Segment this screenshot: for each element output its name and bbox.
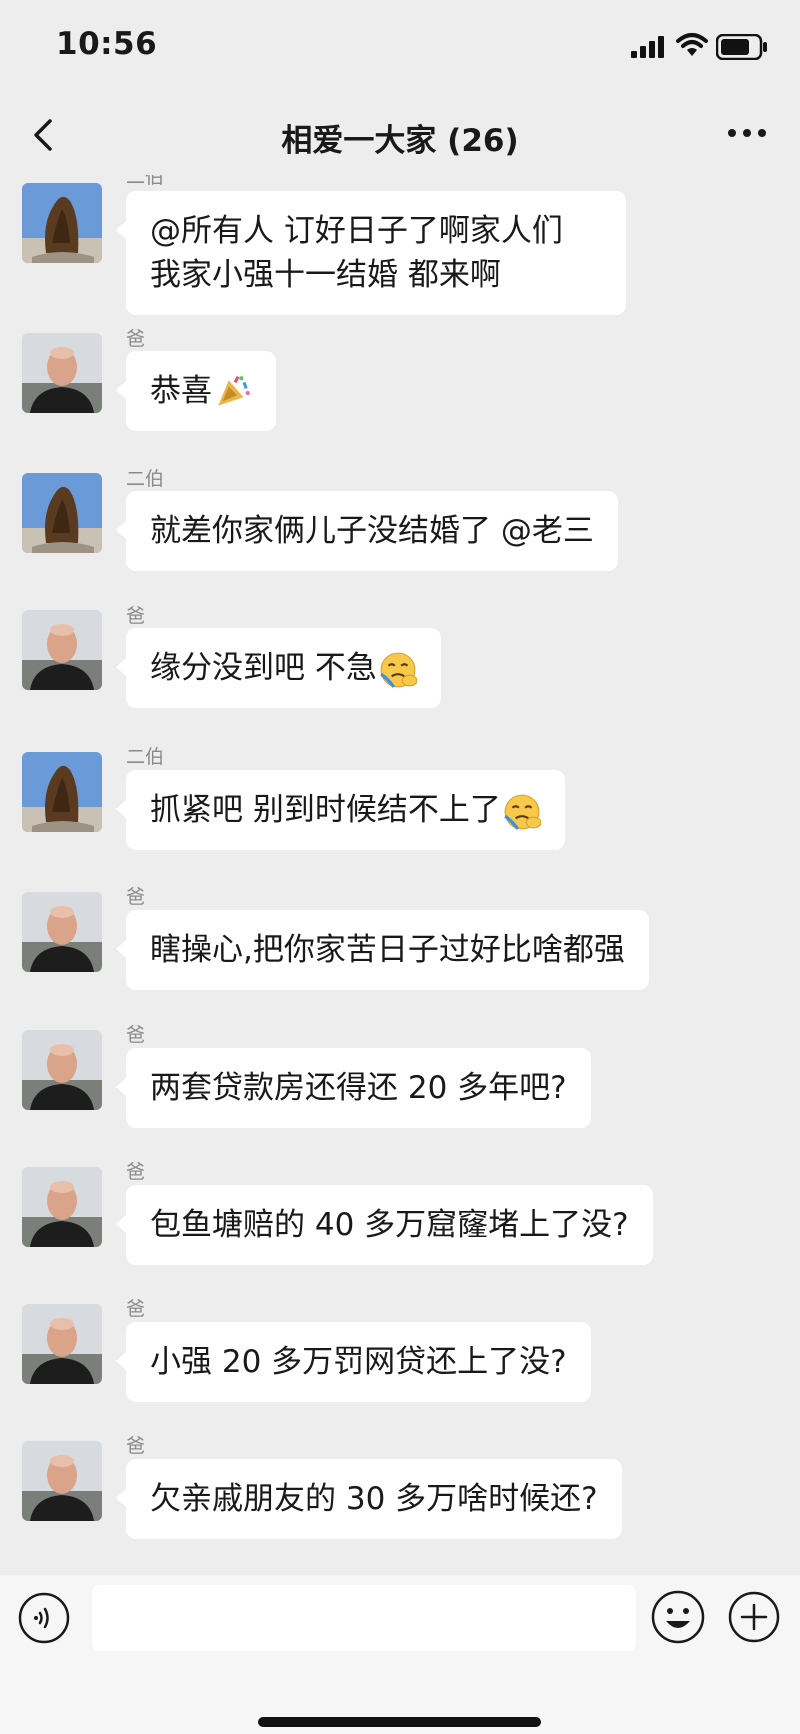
message-text: 抓紧吧 别到时候结不上了 [150,792,501,828]
message-bubble[interactable]: 缘分没到吧 不急 [116,628,441,708]
message-text: 欠亲戚朋友的 30 多万啥时候还? [150,1481,598,1517]
message-text: @所有人 订好日子了啊家人们 我家小强十一结婚 都来啊 [150,213,563,293]
status-bar: 10:56 [0,0,800,95]
chat-header: 相爱一大家 (26) [0,95,800,175]
more-actions-icon[interactable] [727,1590,781,1644]
chat-title: 相爱一大家 (26) [281,123,519,159]
cellular-signal-icon [631,36,664,58]
message-list[interactable]: 二伯 @所有人 订好日子了啊家人们 我家小强十一结婚 都来啊 爸 恭喜 二伯 就… [0,175,800,1575]
message-text: 小强 20 多万罚网贷还上了没? [150,1344,567,1380]
sender-name: 爸 [126,1024,146,1046]
status-time: 10:56 [56,26,158,62]
avatar[interactable] [22,752,102,832]
crying-face-icon [503,793,541,830]
message-bubble[interactable]: @所有人 订好日子了啊家人们 我家小强十一结婚 都来啊 [116,191,626,315]
avatar[interactable] [22,892,102,972]
input-bar [0,1575,800,1734]
sender-name: 爸 [126,1435,146,1457]
message-bubble[interactable]: 小强 20 多万罚网贷还上了没? [116,1322,591,1402]
avatar[interactable] [22,1441,102,1521]
message-bubble[interactable]: 恭喜 [116,351,276,431]
more-options-icon[interactable] [722,113,772,153]
sender-name: 二伯 [126,175,165,188]
message-text: 恭喜 [150,373,212,409]
message-bubble[interactable]: 两套贷款房还得还 20 多年吧? [116,1048,591,1128]
message-bubble[interactable]: 抓紧吧 别到时候结不上了 [116,770,565,850]
message-bubble[interactable]: 瞎操心,把你家苦日子过好比啥都强 [116,910,649,990]
message-text: 两套贷款房还得还 20 多年吧? [150,1070,567,1106]
message-input[interactable] [92,1585,636,1651]
sender-name: 二伯 [126,468,165,490]
battery-icon [716,34,767,60]
avatar[interactable] [22,1167,102,1247]
sender-name: 爸 [126,605,146,627]
voice-input-icon[interactable] [18,1592,70,1644]
avatar[interactable] [22,1030,102,1110]
sender-name: 爸 [126,1298,146,1320]
message-bubble[interactable]: 就差你家俩儿子没结婚了 @老三 [116,491,618,571]
sender-name: 爸 [126,1161,146,1183]
avatar[interactable] [22,473,102,553]
avatar[interactable] [22,333,102,413]
party-popper-icon [218,375,250,406]
avatar[interactable] [22,610,102,690]
crying-face-icon [379,651,417,688]
message-bubble[interactable]: 欠亲戚朋友的 30 多万啥时候还? [116,1459,622,1539]
message-bubble[interactable]: 包鱼塘赔的 40 多万窟窿堵上了没? [116,1185,653,1265]
avatar[interactable] [22,1304,102,1384]
sender-name: 爸 [126,886,146,908]
message-text: 缘分没到吧 不急 [150,650,377,686]
home-indicator [258,1717,541,1727]
sender-name: 爸 [126,328,146,350]
message-text: 就差你家俩儿子没结婚了 @老三 [150,513,594,549]
message-text: 包鱼塘赔的 40 多万窟窿堵上了没? [150,1207,629,1243]
message-text: 瞎操心,把你家苦日子过好比啥都强 [150,932,625,968]
emoji-picker-icon[interactable] [650,1589,706,1645]
avatar[interactable] [22,183,102,263]
sender-name: 二伯 [126,746,165,768]
wifi-icon [676,33,708,56]
